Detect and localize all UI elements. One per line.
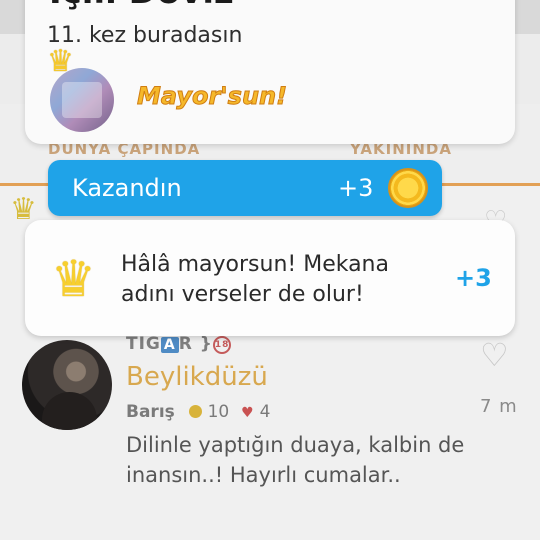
post-time: 7 m xyxy=(480,396,518,417)
mayor-message: Hâlâ mayorsun! Mekana adını verseler de … xyxy=(121,252,389,307)
coin-icon xyxy=(188,405,202,418)
post-place[interactable]: Beylikdüzü xyxy=(126,362,268,392)
checkin-card: İçi̇li Dövlz 11. kez buradasın ♛ Mayor's… xyxy=(25,0,515,144)
like-heart-icon[interactable]: ♡ xyxy=(480,336,509,374)
mayor-message-card: ♛ Hâlâ mayorsun! Mekana adını verseler d… xyxy=(25,220,515,336)
mayor-badge: Mayor'sun! xyxy=(136,82,288,111)
post-meta: Barış 10 ♥ 4 xyxy=(126,402,270,422)
avatar[interactable] xyxy=(22,340,112,430)
post-user[interactable]: Barış xyxy=(126,402,175,422)
heart-icon: ♥ xyxy=(241,405,254,421)
crown-icon: ♛ xyxy=(51,250,96,308)
post-brand: TIG A R } 18 xyxy=(126,334,231,354)
earned-points: +3 xyxy=(338,174,374,202)
post-coins: 10 xyxy=(207,402,230,422)
venue-title: İçi̇li Dövlz xyxy=(49,0,234,12)
visit-count: 11. kez buradasın xyxy=(47,23,243,48)
coin-icon xyxy=(388,168,428,208)
post-likes: 4 xyxy=(259,402,271,422)
mayor-points: +3 xyxy=(455,264,492,292)
age-18-badge: 18 xyxy=(212,336,231,354)
post-text: Dilinle yaptığın duaya, kalbin de inansı… xyxy=(126,433,465,487)
earned-label: Kazandın xyxy=(72,174,182,202)
crown-icon: ♛ xyxy=(47,44,74,79)
earned-banner: Kazandın +3 xyxy=(48,160,442,216)
